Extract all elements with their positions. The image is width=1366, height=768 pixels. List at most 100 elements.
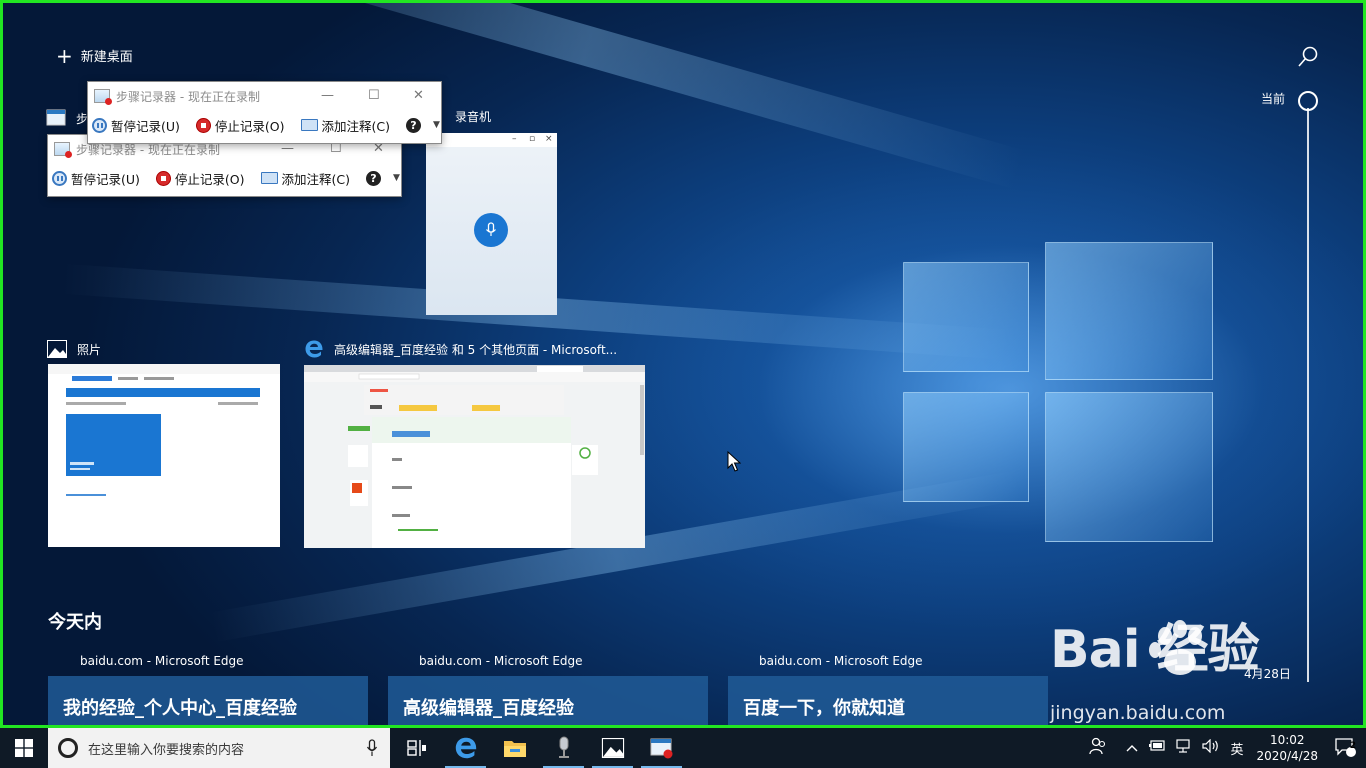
- input-method-indicator[interactable]: 英: [1230, 739, 1243, 758]
- stop-icon: [155, 170, 171, 186]
- help-button: ?: [365, 170, 385, 186]
- action-center-button[interactable]: 2: [1326, 738, 1366, 758]
- activity-card-source: baidu.com - Microsoft Edge: [759, 654, 923, 668]
- new-desktop-label: 新建桌面: [80, 50, 133, 65]
- microphone-icon: [558, 736, 569, 758]
- timeline-current-label: 当前: [1261, 92, 1286, 106]
- activity-card-source: baidu.com - Microsoft Edge: [419, 654, 583, 668]
- plus-icon: +: [56, 43, 73, 68]
- notification-count: 2: [1349, 741, 1356, 751]
- activity-card[interactable]: 我的经验_个人中心_百度经验: [48, 676, 368, 728]
- edge-thumb-title[interactable]: 高级编辑器_百度经验 和 5 个其他页面 - Microsoft...: [304, 339, 617, 359]
- steps-recorder-titlebar: 步骤记录器 - 现在正在录制 — ☐ ✕: [88, 82, 441, 110]
- chevron-up-icon[interactable]: [1126, 741, 1138, 756]
- add-comment-button[interactable]: 添加注释(C): [300, 116, 390, 135]
- volume-icon[interactable]: [1202, 738, 1220, 757]
- activity-card[interactable]: 百度一下，你就知道: [728, 676, 1048, 728]
- taskbar-voice-recorder[interactable]: [539, 728, 588, 768]
- activity-card-title: 我的经验_个人中心_百度经验: [63, 698, 297, 719]
- add-comment-button: 添加注释(C): [260, 169, 350, 188]
- steps-recorder-window[interactable]: 步骤记录器 - 现在正在录制 — ☐ ✕ 暂停记录(U) 停止记录(O) 添加注…: [87, 81, 442, 144]
- help-icon: ?: [405, 117, 421, 133]
- battery-icon[interactable]: [1148, 740, 1166, 756]
- help-icon: ?: [365, 170, 381, 186]
- stop-icon: [195, 117, 211, 133]
- microphone-icon: [474, 213, 508, 247]
- help-button[interactable]: ?: [405, 117, 425, 133]
- chevron-down-icon[interactable]: ▼: [433, 120, 440, 130]
- search-icon[interactable]: [1297, 46, 1319, 68]
- timeline-scrollbar[interactable]: [1307, 108, 1309, 682]
- task-view-icon: [406, 740, 426, 756]
- stop-record-button: 停止记录(O): [155, 169, 245, 188]
- clock-time: 10:02: [1269, 733, 1305, 747]
- stop-record-button[interactable]: 停止记录(O): [195, 116, 285, 135]
- photos-icon: [601, 738, 624, 758]
- task-view-button[interactable]: [392, 728, 441, 768]
- wallpaper-pane: [903, 262, 1029, 372]
- close-icon: ×: [545, 134, 553, 144]
- steps-recorder-app-icon: [94, 89, 112, 105]
- taskbar: 在这里输入你要搜索的内容 英 10:02 2020/4/28 2: [0, 728, 1366, 768]
- activity-card-title: 高级编辑器_百度经验: [403, 698, 574, 719]
- maximize-button[interactable]: ☐: [368, 88, 380, 103]
- voice-recorder-label: 录音机: [455, 110, 492, 124]
- photos-window-preview: [48, 364, 280, 496]
- edge-label: 高级编辑器_百度经验 和 5 个其他页面 - Microsoft...: [334, 342, 618, 357]
- pause-record-button[interactable]: 暂停记录(U): [92, 116, 180, 135]
- add-comment-label: 添加注释(C): [321, 118, 390, 134]
- watermark-url: jingyan.baidu.com: [1050, 702, 1226, 724]
- clock-date: 2020/4/28: [1256, 749, 1318, 763]
- taskbar-edge[interactable]: [441, 728, 490, 768]
- stop-record-label: 停止记录(O): [174, 171, 245, 187]
- taskbar-file-explorer[interactable]: [490, 728, 539, 768]
- edge-thumbnail[interactable]: [304, 365, 645, 548]
- taskbar-search-box[interactable]: 在这里输入你要搜索的内容: [48, 728, 390, 768]
- baidu-paw-icon: [1149, 620, 1202, 675]
- pause-icon: [92, 117, 107, 133]
- microphone-icon[interactable]: [366, 739, 378, 757]
- steps-recorder-app-icon: [54, 142, 72, 158]
- pause-record-label: 暂停记录(U): [111, 118, 180, 134]
- new-desktop-button[interactable]: + 新建桌面: [56, 43, 133, 68]
- people-icon[interactable]: [1089, 737, 1107, 759]
- network-icon[interactable]: [1176, 739, 1192, 757]
- folder-icon: [503, 741, 526, 757]
- windows-logo-icon: [15, 739, 33, 757]
- taskbar-steps-recorder[interactable]: [637, 728, 686, 768]
- start-button[interactable]: [0, 728, 48, 768]
- maximize-icon: ▫: [529, 134, 536, 144]
- photos-thumb-title[interactable]: 照片: [47, 339, 101, 359]
- timeline-knob[interactable]: [1298, 91, 1318, 111]
- voice-recorder-thumb-title[interactable]: 录音机: [455, 108, 491, 125]
- stop-record-label: 停止记录(O): [214, 118, 285, 134]
- cortana-icon: [58, 738, 78, 758]
- edge-window-preview: [304, 365, 645, 548]
- taskbar-search-placeholder: 在这里输入你要搜索的内容: [88, 742, 245, 758]
- steps-recorder-icon: [46, 108, 66, 128]
- taskbar-clock[interactable]: 10:02 2020/4/28: [1256, 732, 1318, 764]
- voice-recorder-titlebar: – ▫ ×: [426, 133, 557, 147]
- chevron-down-icon: ▼: [392, 173, 400, 183]
- activity-card-title: 百度一下，你就知道: [743, 698, 905, 719]
- taskbar-photos[interactable]: [588, 728, 637, 768]
- add-comment-label: 添加注释(C): [281, 171, 350, 187]
- voice-recorder-thumbnail[interactable]: – ▫ ×: [426, 133, 557, 315]
- minimize-button[interactable]: —: [321, 88, 334, 103]
- photos-label: 照片: [77, 342, 102, 357]
- activity-card-source: baidu.com - Microsoft Edge: [80, 654, 244, 668]
- steps-recorder-thumb-title[interactable]: 步: [46, 108, 88, 128]
- close-button[interactable]: ✕: [413, 88, 424, 103]
- edge-icon: [304, 339, 324, 359]
- minimize-icon: –: [512, 134, 517, 144]
- activity-card[interactable]: 高级编辑器_百度经验: [388, 676, 708, 728]
- edge-icon: [455, 737, 476, 759]
- comment-icon: [260, 172, 278, 184]
- photos-thumbnail[interactable]: [48, 364, 280, 547]
- wallpaper-pane: [1045, 392, 1213, 542]
- photos-icon: [47, 339, 67, 359]
- pause-icon: [52, 170, 67, 186]
- steps-recorder-toolbar: 暂停记录(U) 停止记录(O) 添加注释(C) ? ▼: [88, 110, 441, 140]
- comment-icon: [300, 119, 318, 131]
- wallpaper-pane: [1045, 242, 1213, 380]
